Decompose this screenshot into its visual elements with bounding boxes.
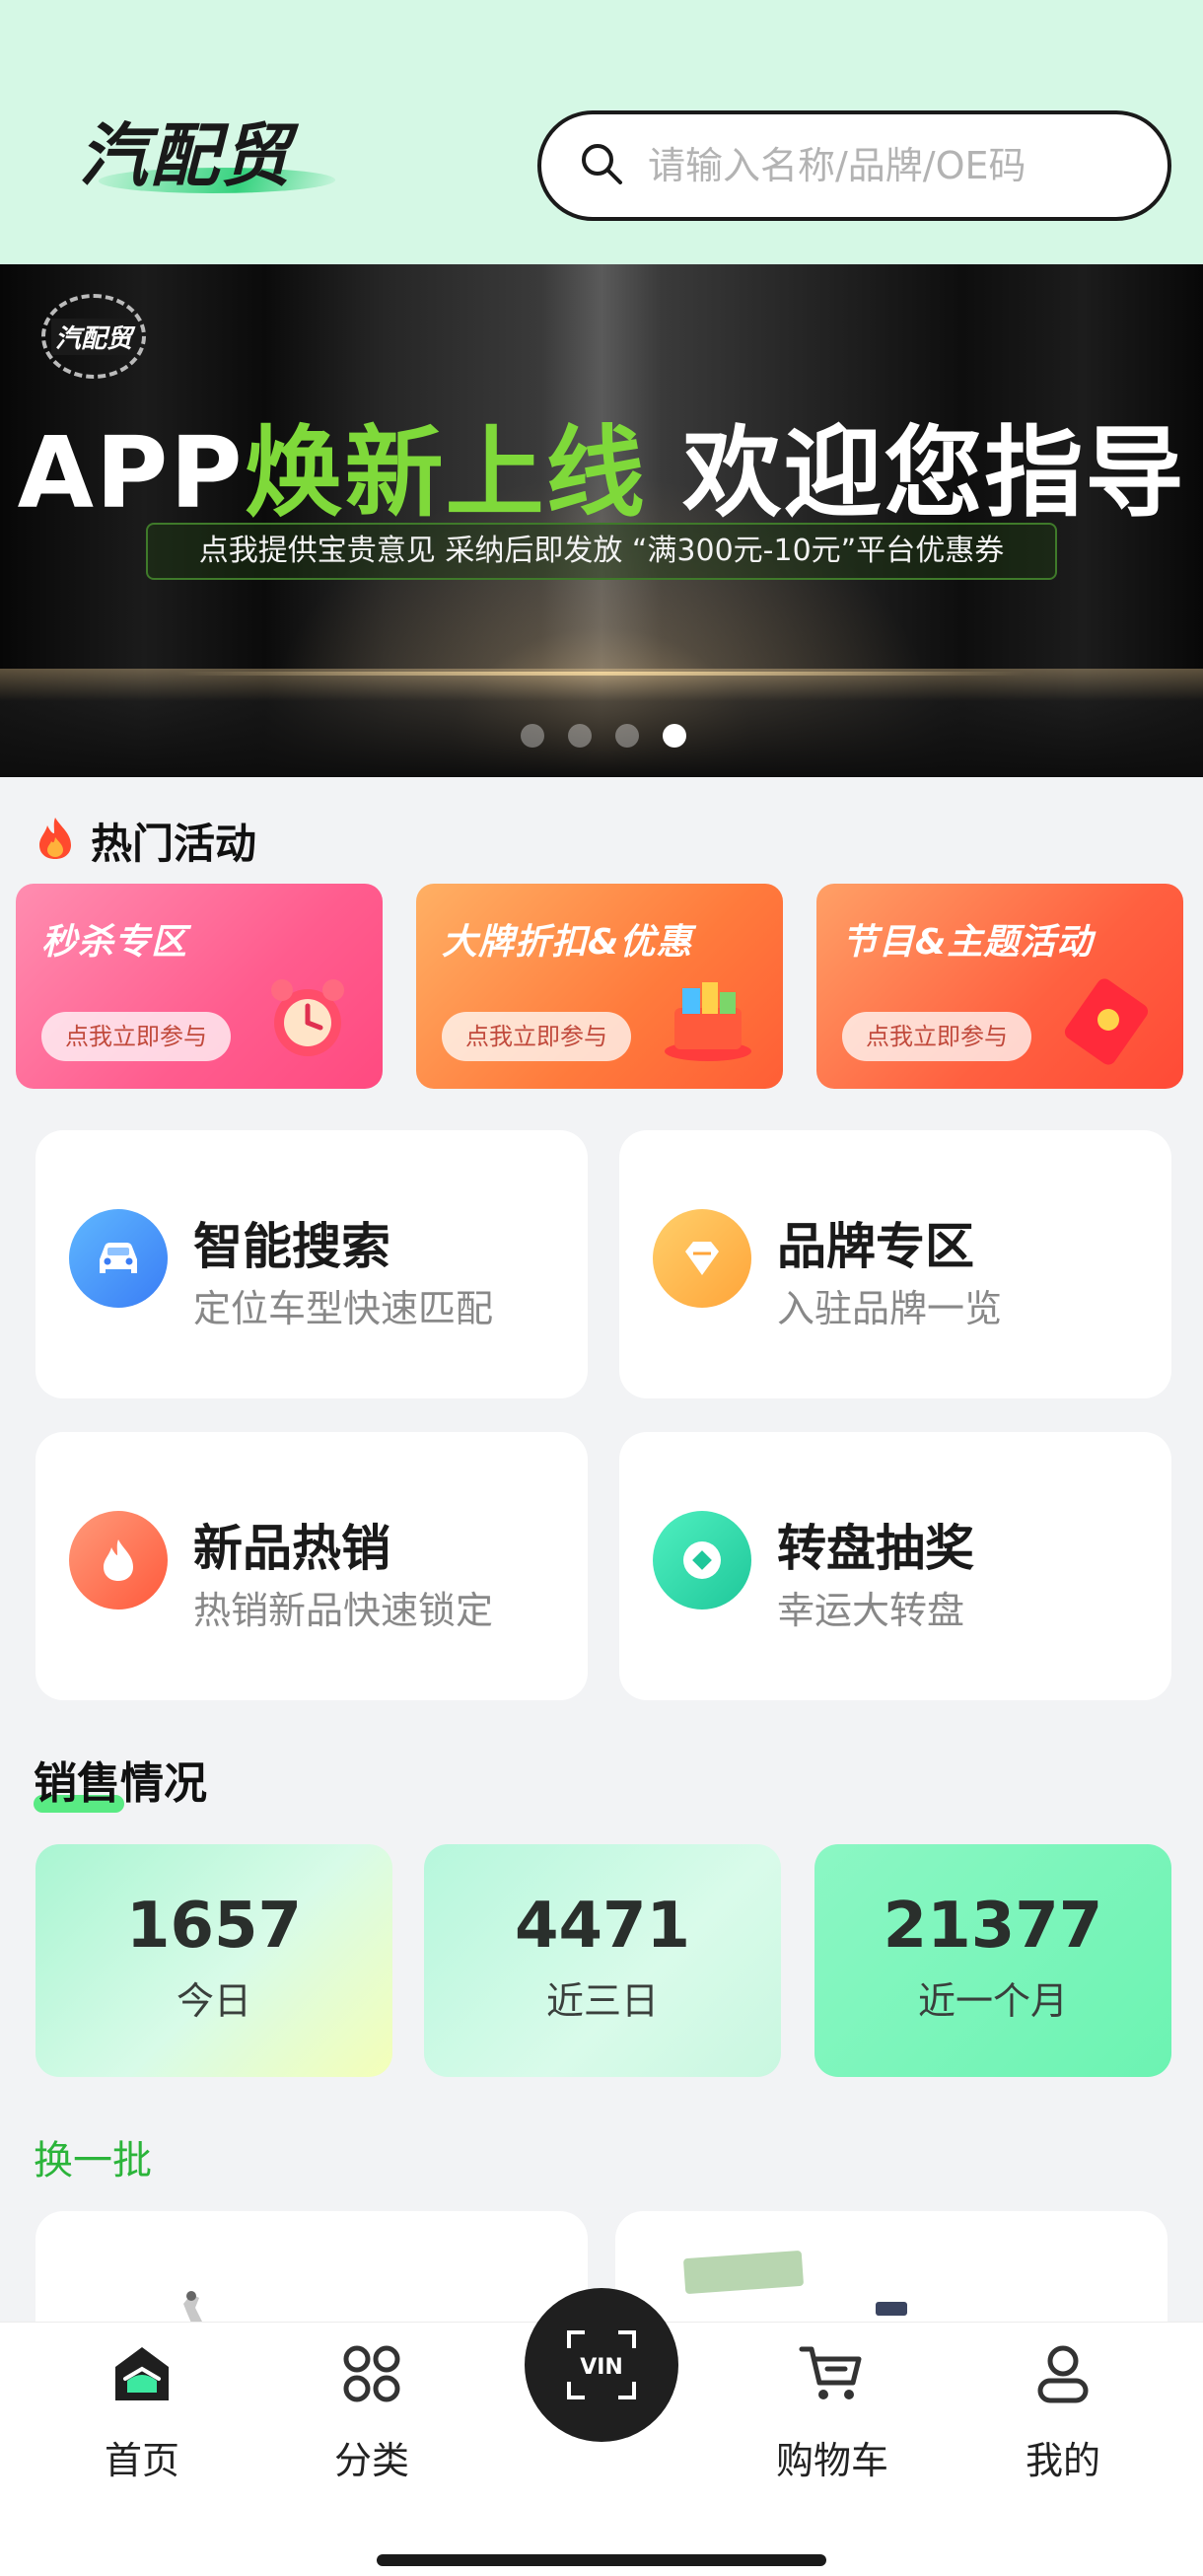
product-image (682, 2250, 805, 2295)
search-bar[interactable] (537, 110, 1171, 221)
alarm-clock-icon (258, 968, 357, 1067)
banner-subtitle[interactable]: 点我提供宝贵意见 采纳后即发放 “满300元-10元”平台优惠券 (146, 523, 1057, 580)
sales-title: 销售情况 (34, 1758, 207, 1809)
carousel-dot-active[interactable] (663, 724, 686, 748)
diamond-icon (653, 1209, 751, 1308)
vin-scan-icon: VIN (567, 2330, 636, 2399)
cart-icon (799, 2346, 862, 2399)
refresh-batch-link[interactable]: 换一批 (34, 2128, 152, 2185)
stat-label: 近一个月 (917, 1979, 1068, 2023)
promo-join-button[interactable]: 点我立即参与 (442, 1012, 631, 1061)
carousel-dot[interactable] (521, 724, 544, 748)
banner-logo-badge: 汽配贸 (41, 294, 146, 379)
tab-cart-label: 购物车 (775, 2439, 888, 2482)
carousel-dot[interactable] (615, 724, 639, 748)
promo-flash-sale[interactable]: 秒杀专区 点我立即参与 (16, 884, 383, 1089)
tab-cart[interactable]: 购物车 (753, 2339, 911, 2484)
feature-desc: 幸运大转盘 (777, 1589, 965, 1632)
feature-title: 智能搜索 (193, 1218, 390, 1275)
carousel-dot[interactable] (568, 724, 592, 748)
feature-brand-zone[interactable]: 品牌专区 入驻品牌一览 (619, 1130, 1171, 1398)
banner-title-highlight: 焕新上线 (244, 415, 647, 531)
promo-brand-discount[interactable]: 大牌折扣&优惠 点我立即参与 (416, 884, 783, 1089)
vin-label: VIN (580, 2355, 623, 2380)
feature-title: 品牌专区 (777, 1218, 974, 1275)
tab-category[interactable]: 分类 (293, 2339, 451, 2484)
tab-home-label: 首页 (104, 2439, 179, 2482)
promo-title: 大牌折扣&优惠 (442, 922, 693, 963)
grid-icon (343, 2345, 400, 2402)
search-input[interactable] (648, 144, 1141, 187)
feature-title: 新品热销 (193, 1520, 390, 1577)
stat-label: 近三日 (545, 1979, 659, 2023)
hot-activities-title: 热门活动 (91, 819, 257, 868)
app-logo: 汽配贸 (79, 107, 345, 205)
home-indicator[interactable] (377, 2554, 826, 2566)
feature-desc: 热销新品快速锁定 (193, 1589, 494, 1632)
wheel-icon (653, 1511, 751, 1610)
tab-profile[interactable]: 我的 (984, 2339, 1142, 2484)
banner-title: APP焕新上线 欢迎您指导 (0, 393, 1203, 536)
hot-activities-header: 热门活动 (35, 811, 256, 870)
car-icon (69, 1209, 168, 1308)
promo-title: 秒杀专区 (41, 922, 188, 963)
tab-profile-label: 我的 (1025, 2439, 1100, 2482)
stat-value: 21377 (883, 1890, 1103, 1963)
feature-title: 转盘抽奖 (777, 1520, 974, 1577)
tab-category-label: 分类 (333, 2439, 409, 2482)
promo-join-button[interactable]: 点我立即参与 (41, 1012, 231, 1061)
feature-desc: 定位车型快速匹配 (193, 1287, 494, 1330)
user-icon (1037, 2345, 1089, 2403)
banner-title-suffix: 欢迎您指导 (682, 415, 1186, 531)
carousel-dots (0, 724, 1203, 748)
promo-banner[interactable]: 汽配贸 APP焕新上线 欢迎您指导 点我提供宝贵意见 采纳后即发放 “满300元… (0, 264, 1203, 777)
app-header: 汽配贸 (0, 0, 1203, 264)
stat-value: 1657 (125, 1890, 303, 1963)
promo-festival-events[interactable]: 节目&主题活动 点我立即参与 (816, 884, 1183, 1089)
stat-today: 1657 今日 (35, 1844, 392, 2077)
red-envelope-icon (1059, 968, 1158, 1067)
feature-desc: 入驻品牌一览 (777, 1287, 1003, 1330)
tab-home[interactable]: 首页 (63, 2339, 221, 2484)
stat-three-days: 4471 近三日 (424, 1844, 781, 2077)
feature-lucky-wheel[interactable]: 转盘抽奖 幸运大转盘 (619, 1432, 1171, 1700)
promo-title: 节目&主题活动 (842, 922, 1094, 963)
stat-one-month: 21377 近一个月 (814, 1844, 1171, 2077)
banner-badge-text: 汽配贸 (50, 318, 136, 355)
promo-join-button[interactable]: 点我立即参与 (842, 1012, 1031, 1061)
logo-text: 汽配贸 (79, 115, 292, 196)
feature-new-hot[interactable]: 新品热销 热销新品快速锁定 (35, 1432, 588, 1700)
flame-icon (69, 1511, 168, 1610)
feature-smart-search[interactable]: 智能搜索 定位车型快速匹配 (35, 1130, 588, 1398)
stat-value: 4471 (514, 1890, 691, 1963)
banner-title-prefix: APP (17, 415, 245, 531)
vin-scan-button[interactable]: VIN (525, 2288, 678, 2442)
banner-floor (0, 669, 1203, 777)
search-icon (579, 141, 624, 190)
product-image (876, 2302, 907, 2316)
fire-icon (35, 816, 75, 865)
home-icon (115, 2347, 169, 2400)
stat-label: 今日 (176, 1979, 251, 2023)
gift-box-icon (659, 968, 757, 1067)
